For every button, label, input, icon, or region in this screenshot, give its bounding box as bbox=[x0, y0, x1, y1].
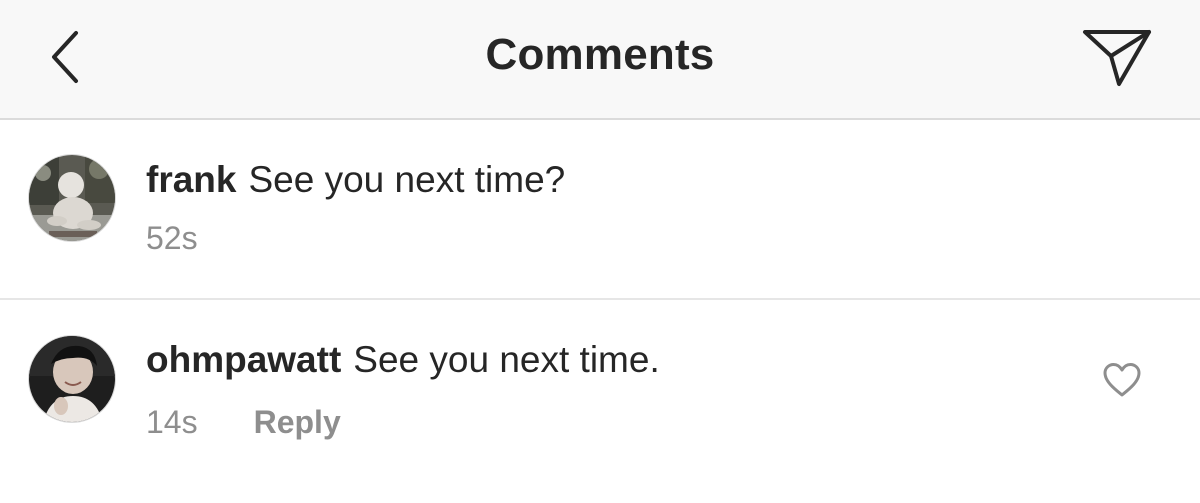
comment-meta: 52s bbox=[146, 220, 198, 257]
comment-timestamp: 52s bbox=[146, 220, 198, 256]
comment-text: frank See you next time? bbox=[146, 158, 565, 202]
like-button[interactable] bbox=[1098, 358, 1146, 402]
page-title: Comments bbox=[485, 30, 715, 79]
baby-photo-avatar bbox=[29, 155, 115, 241]
avatar[interactable] bbox=[28, 154, 116, 242]
comments-header: Comments bbox=[0, 0, 1200, 120]
avatar[interactable] bbox=[28, 335, 116, 423]
comment-item: frank See you next time? 52s bbox=[0, 120, 1200, 300]
comment-text: ohmpawatt See you next time. bbox=[146, 338, 660, 382]
comment-username[interactable]: ohmpawatt bbox=[146, 339, 341, 380]
comment-timestamp: 14s bbox=[146, 404, 198, 440]
comment-body: See you next time? bbox=[248, 159, 566, 200]
heart-outline-icon bbox=[1103, 363, 1141, 397]
comment-item: ohmpawatt See you next time. 14s Reply bbox=[0, 300, 1200, 503]
person-photo-avatar bbox=[29, 336, 115, 422]
reply-button[interactable]: Reply bbox=[254, 404, 341, 441]
paper-plane-icon bbox=[1083, 30, 1151, 86]
comment-username[interactable]: frank bbox=[146, 159, 236, 200]
comment-body: See you next time. bbox=[353, 339, 660, 380]
comment-meta: 14s Reply bbox=[146, 404, 341, 441]
share-button[interactable] bbox=[1074, 20, 1160, 96]
